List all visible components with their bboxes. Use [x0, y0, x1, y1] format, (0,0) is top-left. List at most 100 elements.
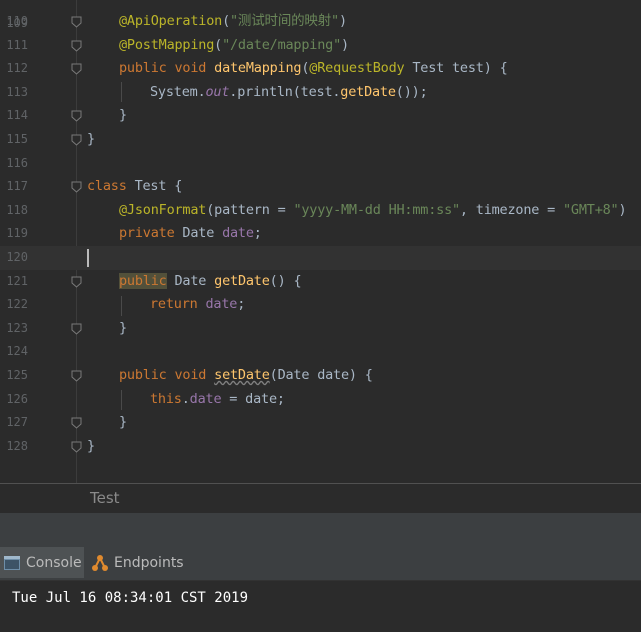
line-number: 123: [6, 320, 28, 335]
code-token: void: [174, 60, 215, 77]
code-token: (Date date) {: [269, 367, 373, 383]
code-line[interactable]: 127}: [0, 411, 641, 435]
code-token: = date;: [221, 390, 285, 407]
code-token: ;: [237, 296, 246, 313]
code-token: .: [181, 390, 190, 407]
code-token: "/date/mapping": [222, 36, 341, 53]
code-line[interactable]: 121 public Date getDate() {: [0, 270, 641, 294]
code-token: public: [119, 272, 167, 289]
code-text: public void setDate(Date date) {: [119, 364, 373, 388]
line-number: 110: [6, 14, 28, 28]
code-line[interactable]: 123}: [0, 317, 641, 341]
code-text: }: [87, 435, 95, 459]
code-line[interactable]: 125 public void setDate(Date date) {: [0, 364, 641, 388]
indent-guide: [121, 390, 122, 410]
code-token: @ApiOperation: [119, 13, 223, 29]
code-text: }: [87, 128, 95, 152]
fold-marker-icon[interactable]: [71, 63, 82, 75]
tab-endpoints[interactable]: Endpoints: [88, 547, 188, 578]
code-token: private: [119, 225, 183, 242]
code-token: ;: [253, 225, 262, 242]
code-token: setDate: [214, 367, 270, 383]
breadcrumb[interactable]: Test: [0, 483, 641, 514]
code-token: @PostMapping: [119, 36, 215, 53]
code-text: @PostMapping("/date/mapping"): [119, 34, 349, 58]
code-line[interactable]: 110 @ApiOperation("测试时间的映射"): [0, 10, 641, 34]
line-number: 120: [6, 250, 28, 264]
code-line[interactable]: 118 @JsonFormat(pattern = "yyyy-MM-dd HH:…: [0, 199, 641, 223]
code-text: public void dateMapping(@RequestBody Tes…: [119, 57, 508, 81]
code-token: @JsonFormat: [119, 201, 207, 218]
current-code-line[interactable]: 120: [0, 246, 641, 270]
line-number: 128: [6, 438, 28, 453]
code-token: out: [205, 83, 230, 100]
line-number: 117: [6, 179, 28, 194]
tab-console[interactable]: Console: [0, 547, 84, 578]
code-token: }: [119, 414, 127, 431]
console-text: Tue Jul 16 08:34:01 CST 2019: [12, 590, 249, 606]
code-token: Date: [166, 272, 215, 289]
fold-marker-icon[interactable]: [71, 370, 82, 382]
code-token: Test {: [134, 178, 183, 195]
code-token: }: [87, 437, 95, 454]
code-token: return: [150, 296, 206, 313]
code-line[interactable]: 116: [0, 152, 641, 176]
code-line[interactable]: 115}: [0, 128, 641, 152]
line-number: 116: [6, 155, 28, 170]
code-token: date: [222, 225, 254, 242]
code-line[interactable]: 128}: [0, 435, 641, 459]
code-token: Date: [182, 225, 223, 242]
code-token: void: [174, 367, 215, 383]
console-output[interactable]: Tue Jul 16 08:34:01 CST 2019: [0, 581, 641, 632]
code-token: public: [119, 60, 175, 77]
code-line[interactable]: 117 class Test {: [0, 175, 641, 199]
line-number: 122: [6, 297, 28, 312]
code-editor[interactable]: 109 110 @ApiOperation("测试时间的映射") 111 @PostM…: [0, 0, 641, 483]
code-line[interactable]: 114}: [0, 104, 641, 128]
line-number: 112: [6, 61, 28, 76]
code-token: ): [618, 201, 627, 218]
line-number: 126: [6, 391, 28, 406]
fold-marker-icon[interactable]: [71, 40, 82, 52]
code-line[interactable]: 124: [0, 340, 641, 364]
code-token: (: [214, 36, 223, 53]
code-line[interactable]: 113 System.out.println(test.getDate());: [0, 81, 641, 105]
line-number: 124: [6, 344, 28, 359]
code-token: Test test) {: [412, 60, 508, 77]
code-text: System.out.println(test.getDate());: [150, 81, 428, 105]
code-text: }: [119, 317, 127, 341]
code-token: }: [119, 319, 127, 336]
fold-marker-icon[interactable]: [71, 323, 82, 335]
code-text: public Date getDate() {: [119, 270, 302, 294]
code-text: @JsonFormat(pattern = "yyyy-MM-dd HH:mm:…: [119, 199, 627, 223]
line-number: 111: [6, 37, 28, 52]
fold-marker-icon[interactable]: [71, 110, 82, 123]
code-token: date: [205, 296, 238, 313]
line-number: 127: [6, 415, 28, 430]
code-line[interactable]: 122 return date;: [0, 293, 641, 317]
breadcrumb-label[interactable]: Test: [90, 489, 120, 507]
code-token: }: [119, 107, 127, 124]
code-token: public: [119, 367, 175, 383]
line-number: 113: [6, 84, 28, 99]
tab-label: Endpoints: [114, 554, 184, 571]
code-token: () {: [269, 272, 302, 289]
code-line[interactable]: 126 this.date = date;: [0, 388, 641, 412]
fold-marker-icon[interactable]: [71, 276, 82, 288]
code-text: }: [119, 411, 127, 435]
code-line[interactable]: 119 private Date date;: [0, 222, 641, 246]
line-number: 114: [6, 108, 28, 123]
fold-marker-icon[interactable]: [71, 417, 82, 429]
indent-guide: [121, 82, 122, 102]
fold-marker-icon[interactable]: [71, 16, 82, 28]
panel-splitter[interactable]: [0, 513, 641, 545]
fold-marker-icon[interactable]: [71, 181, 82, 193]
code-token: ): [338, 13, 347, 29]
code-token: (pattern =: [206, 201, 294, 218]
code-line[interactable]: 112 public void dateMapping(@RequestBody …: [0, 57, 641, 81]
fold-marker-icon[interactable]: [71, 134, 82, 146]
code-line[interactable]: 111 @PostMapping("/date/mapping"): [0, 34, 641, 58]
code-text: @ApiOperation("测试时间的映射"): [119, 10, 347, 34]
indent-guide: [121, 296, 122, 316]
fold-marker-icon[interactable]: [71, 441, 82, 453]
